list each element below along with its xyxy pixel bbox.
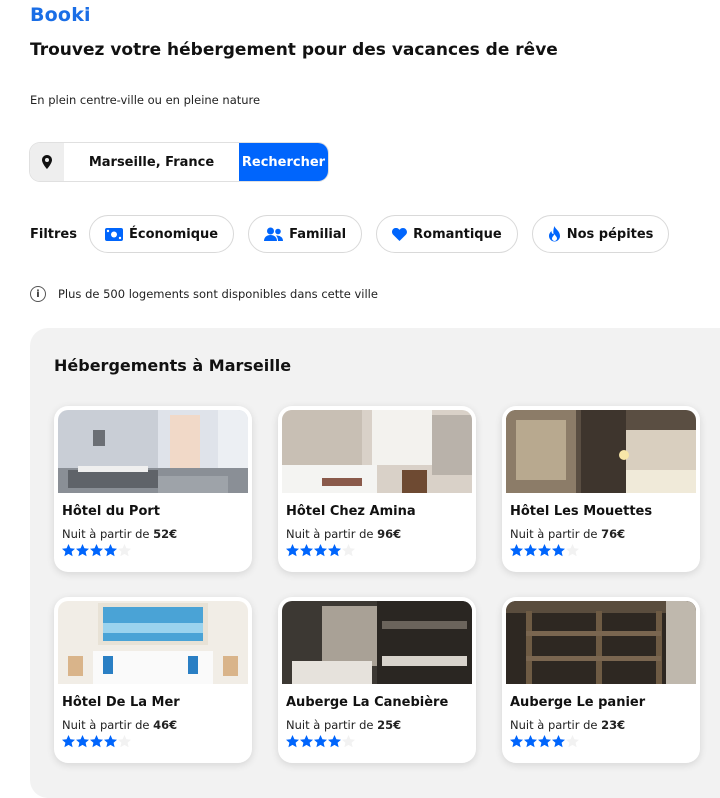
hotel-card[interactable]: Hôtel Chez Amina Nuit à partir de 96€ [278,406,476,572]
filter-label: Familial [289,226,347,242]
star-icon [104,544,117,557]
hotel-price: Nuit à partir de 46€ [62,718,178,732]
fire-icon [548,226,560,242]
star-icon [510,544,523,557]
page-title: Trouvez votre hébergement pour des vacan… [30,40,558,60]
hotel-photo [506,601,696,684]
rating-stars [510,735,580,748]
star-icon [524,735,537,748]
star-icon [90,544,103,557]
accommodations-section: Hébergements à Marseille Hôtel du Port N… [30,328,720,798]
star-icon [300,735,313,748]
hotel-name: Hôtel Chez Amina [286,504,416,519]
hotel-price: Nuit à partir de 52€ [62,527,178,541]
star-icon [76,544,89,557]
star-icon [300,544,313,557]
star-icon [76,735,89,748]
star-icon [314,544,327,557]
money-bill-icon [104,227,123,241]
hotel-card[interactable]: Auberge La Canebière Nuit à partir de 25… [278,597,476,763]
hotel-name: Hôtel De La Mer [62,695,180,710]
star-icon [510,735,523,748]
hotel-card[interactable]: Hôtel De La Mer Nuit à partir de 46€ [54,597,252,763]
star-icon [62,735,75,748]
hotel-name: Hôtel Les Mouettes [510,504,653,519]
search-input[interactable]: Marseille, France [64,143,239,181]
rating-stars [286,544,356,557]
filters-label: Filtres [30,226,77,242]
star-icon [118,544,131,557]
hotel-photo [506,410,696,493]
page-subtitle: En plein centre-ville ou en pleine natur… [30,93,261,107]
hotel-card[interactable]: Hôtel du Port Nuit à partir de 52€ [54,406,252,572]
location-pin-icon [30,143,64,181]
rating-stars [62,544,132,557]
star-icon [286,735,299,748]
hotel-card[interactable]: Hôtel Les Mouettes Nuit à partir de 76€ [502,406,700,572]
star-icon [538,544,551,557]
heart-icon [392,227,408,241]
filter-familial[interactable]: Familial [248,215,363,253]
info-message: i Plus de 500 logements sont disponibles… [30,286,378,302]
section-title: Hébergements à Marseille [54,356,292,375]
star-icon [524,544,537,557]
star-icon [538,735,551,748]
filter-label: Nos pépites [566,226,654,242]
people-icon [264,227,284,241]
hotel-photo [58,410,248,493]
star-icon [552,735,565,748]
filters-bar: Filtres Économique Familial Romantique N… [30,214,683,254]
star-icon [118,735,131,748]
hotel-price: Nuit à partir de 23€ [510,718,626,732]
info-text: Plus de 500 logements sont disponibles d… [58,287,378,301]
search-button[interactable]: Rechercher [239,143,328,181]
star-icon [328,735,341,748]
rating-stars [62,735,132,748]
star-icon [342,735,355,748]
rating-stars [286,735,356,748]
info-icon: i [30,286,46,302]
star-icon [286,544,299,557]
star-icon [314,735,327,748]
filter-nos-pepites[interactable]: Nos pépites [531,215,670,253]
star-icon [566,735,579,748]
star-icon [342,544,355,557]
rating-stars [510,544,580,557]
star-icon [62,544,75,557]
booki-logo[interactable]: Booki [30,4,91,26]
hotel-card[interactable]: Auberge Le panier Nuit à partir de 23€ [502,597,700,763]
filter-label: Économique [128,226,219,242]
hotel-name: Auberge La Canebière [286,695,449,710]
star-icon [90,735,103,748]
search-bar: Marseille, France Rechercher [30,143,328,181]
star-icon [552,544,565,557]
hotel-name: Auberge Le panier [510,695,646,710]
hotel-price: Nuit à partir de 25€ [286,718,402,732]
hotel-photo [282,410,472,493]
star-icon [328,544,341,557]
filter-label: Romantique [413,226,502,242]
filter-economique[interactable]: Économique [88,215,235,253]
hotel-photo [282,601,472,684]
hotel-price: Nuit à partir de 76€ [510,527,626,541]
filter-romantique[interactable]: Romantique [376,215,518,253]
hotel-name: Hôtel du Port [62,504,160,519]
star-icon [104,735,117,748]
hotel-photo [58,601,248,684]
star-icon [566,544,579,557]
hotel-price: Nuit à partir de 96€ [286,527,402,541]
